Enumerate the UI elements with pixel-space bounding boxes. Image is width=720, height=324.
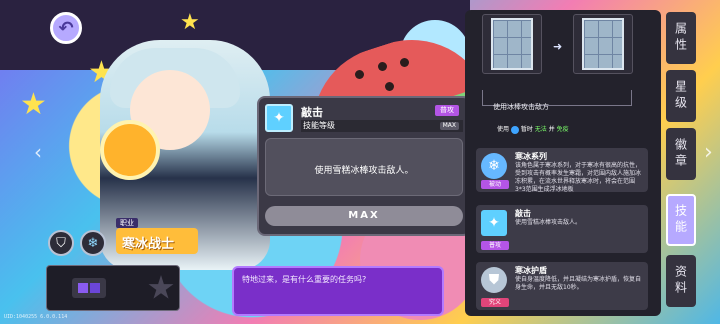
melon-seed [400, 58, 409, 67]
tab-badges[interactable]: 徽章 [666, 128, 696, 180]
skill-badge: 普攻 [481, 241, 509, 250]
class-small-tag: 职业 [116, 218, 138, 228]
skill-card-basic[interactable]: ✦ 普攻 敲击 使用雪糕冰棒攻击敌人。 [476, 205, 648, 253]
enemy-icon [510, 125, 519, 134]
preview-note-prefix: 使用 [497, 126, 510, 133]
popup-description: 使用雪糕冰棒攻击敌人。 [265, 138, 463, 196]
tab-stars[interactable]: 星级 [666, 70, 696, 122]
orange-slice-art [100, 120, 160, 180]
equipment-slot-fill [78, 283, 88, 293]
snowflake-skill-icon: ❄ [481, 153, 507, 179]
popup-description-text: 使用雪糕冰棒攻击敌人。 [314, 166, 414, 176]
snowflake-icon: ❄ [87, 235, 99, 251]
preview-note: 使用 暂时 无法 并 免疫 [497, 124, 569, 134]
skill-description: 该角色属于寒冰系列，对于寒冰有很高的抗性，受到攻击有概率发生寒霜，对范围内敌人施… [515, 162, 642, 193]
skill-name: 敲击 [515, 209, 531, 218]
skill-badge: 究义 [481, 298, 509, 307]
snowflake-badge[interactable]: ❄ [80, 230, 106, 256]
equipment-slot-fill [90, 283, 100, 293]
skill-badge: 被动 [481, 180, 509, 189]
class-name: 寒冰战士 [122, 237, 175, 252]
dialogue-text: 特地过来，是有什么重要的任务吗? [242, 275, 367, 284]
melon-seed [385, 82, 394, 91]
skill-description: 使自身温度降低，并且凝结为寒冰护盾，恢复自身生命，并且无敌10秒。 [515, 276, 642, 291]
skill-card-passive[interactable]: ❄ 被动 寒冰系列 该角色属于寒冰系列，对于寒冰有很高的抗性，受到攻击有概率发生… [476, 148, 648, 193]
preview-note-join: 并 [548, 126, 555, 133]
back-button[interactable]: ↶ [50, 12, 82, 44]
lightning-skill-icon: ✦ [481, 210, 507, 236]
popup-skill-tag: 普攻 [435, 105, 459, 116]
back-arrow-icon: ↶ [58, 17, 74, 39]
skill-name: 寒冰系列 [515, 152, 547, 161]
preview-note-highlight: 免疫 [556, 126, 569, 133]
melon-seed [355, 70, 364, 79]
uid-label: UID:1040255 6.0.0.114 [4, 314, 68, 320]
star-decoration-icon: ★ [180, 10, 200, 35]
star-decoration-icon: ★ [20, 87, 47, 122]
tab-skills[interactable]: 技能 [666, 194, 696, 246]
skill-description: 使用雪糕冰棒攻击敌人。 [515, 219, 582, 226]
shield-badge[interactable]: ⛉ [48, 230, 74, 256]
shield-icon: ⛉ [56, 235, 66, 251]
popup-level-label: 技能等级 [301, 120, 463, 132]
tab-attributes[interactable]: 属性 [666, 12, 696, 64]
max-level-button[interactable]: MAX [265, 206, 463, 226]
popup-skill-title: 敲击 [301, 106, 323, 119]
skill-preview-grid-after [582, 18, 624, 70]
preview-arrow-icon: ➜ [553, 40, 563, 53]
character-dialogue-box[interactable]: 特地过来，是有什么重要的任务吗? [232, 266, 444, 316]
preview-caption: 使用冰棒攻击敌方 [493, 103, 549, 111]
skill-lightning-icon: ✦ [265, 104, 293, 132]
melon-seed [378, 62, 387, 71]
popup-level-value: MAX [439, 122, 459, 130]
preview-note-highlight: 无法 [534, 126, 547, 133]
skill-detail-popup: ✦ 敲击 普攻 技能等级 MAX 使用雪糕冰棒攻击敌人。 MAX [257, 96, 471, 236]
prev-character-arrow-icon[interactable]: ‹ [34, 140, 42, 164]
preview-note-mid: 暂时 [520, 126, 533, 133]
skill-preview-grid-before [491, 18, 533, 70]
ice-shield-skill-icon: ⛊ [481, 267, 507, 293]
skill-name: 寒冰护盾 [515, 266, 547, 275]
skill-card-ultimate[interactable]: ⛊ 究义 寒冰护盾 使自身温度降低，并且凝结为寒冰护盾，恢复自身生命，并且无敌1… [476, 262, 648, 310]
tab-profile[interactable]: 资料 [666, 255, 696, 307]
next-character-arrow-icon[interactable]: › [704, 140, 713, 165]
